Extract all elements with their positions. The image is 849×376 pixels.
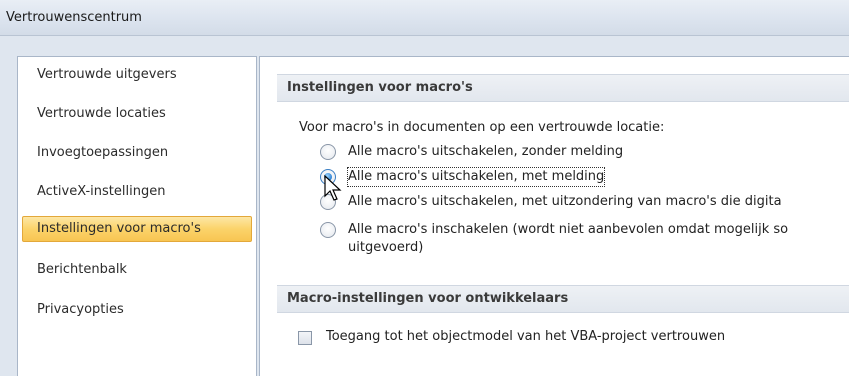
radio-option-label-line2: uitgevoerd): [348, 240, 424, 255]
sidebar-item-vertrouwde-locaties[interactable]: Vertrouwde locaties: [22, 101, 252, 127]
sidebar-item-instellingen-voor-macros[interactable]: Instellingen voor macro's: [22, 216, 252, 242]
sidebar: Vertrouwde uitgevers Vertrouwde locaties…: [17, 56, 257, 376]
radio-option-disable-except-signed[interactable]: Alle macro's uitschakelen, met uitzonder…: [320, 193, 849, 211]
sidebar-item-privacyopties[interactable]: Privacyopties: [22, 297, 252, 323]
radio-button[interactable]: [320, 222, 336, 238]
macro-settings-header: Instellingen voor macro's: [277, 74, 849, 102]
title-bar: Vertrouwenscentrum: [0, 0, 849, 36]
vba-trust-label[interactable]: Toegang tot het objectmodel van het VBA-…: [326, 329, 725, 344]
sidebar-item-vertrouwde-uitgevers[interactable]: Vertrouwde uitgevers: [22, 62, 252, 88]
sidebar-item-berichtenbalk[interactable]: Berichtenbalk: [22, 257, 252, 283]
content-panel: Instellingen voor macro's Voor macro's i…: [259, 56, 849, 376]
radio-option-label-line1: Alle macro's inschakelen (wordt niet aan…: [348, 222, 789, 237]
window-title: Vertrouwenscentrum: [6, 10, 142, 25]
radio-option-enable-all[interactable]: Alle macro's inschakelen (wordt niet aan…: [320, 221, 849, 257]
macro-settings-prompt: Voor macro's in documenten op een vertro…: [299, 120, 665, 135]
vba-trust-checkbox[interactable]: [298, 331, 312, 345]
radio-option-label: Alle macro's uitschakelen, met melding: [346, 167, 606, 187]
radio-option-label: Alle macro's inschakelen (wordt niet aan…: [348, 221, 788, 257]
radio-option-label: Alle macro's uitschakelen, met uitzonder…: [348, 194, 782, 209]
radio-option-disable-with-notification[interactable]: Alle macro's uitschakelen, met melding: [320, 167, 849, 187]
radio-option-label: Alle macro's uitschakelen, zonder meldin…: [348, 144, 624, 159]
mouse-cursor-icon: [324, 175, 342, 201]
radio-option-disable-no-notification[interactable]: Alle macro's uitschakelen, zonder meldin…: [320, 143, 849, 161]
radio-button[interactable]: [320, 144, 336, 160]
sidebar-item-invoegtoepassingen[interactable]: Invoegtoepassingen: [22, 140, 252, 166]
sidebar-item-activex-instellingen[interactable]: ActiveX-instellingen: [22, 179, 252, 205]
developer-settings-header: Macro-instellingen voor ontwikkelaars: [277, 285, 849, 313]
